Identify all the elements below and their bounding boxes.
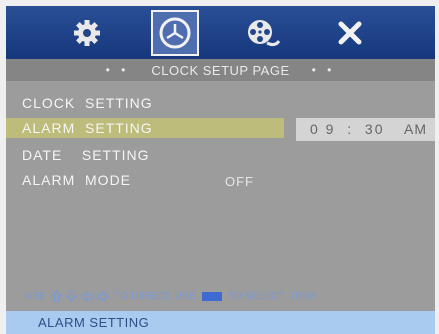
film-reel-icon	[248, 20, 281, 47]
up-arrow-icon	[51, 290, 63, 302]
menu-item-label: CLOCK SETTING	[22, 95, 153, 111]
close-icon	[338, 21, 362, 45]
top-icon-bar	[6, 6, 435, 59]
help-direct-text: TO DIRECT, USE	[114, 290, 196, 302]
status-bar: ALARM SETTING	[6, 311, 435, 334]
status-text: ALARM SETTING	[38, 315, 150, 330]
tab-exit-setup[interactable]	[326, 10, 374, 56]
setup-panel: CLOCK SETTING ALARM SETTING 0 9 : 30 AM …	[6, 81, 435, 311]
alarm-time-value: 0 9 : 30	[310, 121, 385, 137]
down-arrow-icon	[66, 290, 78, 302]
menu-item-label: ALARM SETTING	[22, 120, 153, 136]
right-arrow-icon	[97, 290, 110, 302]
help-select-text: TO SELECT ITEM	[227, 290, 316, 302]
tab-clock-setup[interactable]	[151, 10, 199, 56]
page-title-bar: • • CLOCK SETUP PAGE • •	[6, 59, 435, 81]
alarm-ampm-value: AM	[404, 121, 427, 137]
title-right-dots: • •	[311, 63, 336, 77]
menu-item-label: ALARM MODE	[22, 172, 132, 188]
alarm-time-field[interactable]: 0 9 : 30 AM	[296, 118, 435, 141]
help-prefix: USE	[25, 290, 47, 302]
enter-key-icon	[201, 291, 222, 301]
clock-icon	[159, 17, 191, 49]
tab-video-setup[interactable]	[239, 10, 287, 56]
menu-item-clock-setting[interactable]: CLOCK SETTING	[6, 93, 153, 113]
menu-item-label: DATE SETTING	[22, 147, 150, 163]
navigation-help: USE TO DIRECT, USE TO SELECT ITEM	[22, 288, 318, 304]
menu-item-date-setting[interactable]: DATE SETTING	[6, 145, 150, 165]
menu-item-alarm-setting[interactable]: ALARM SETTING	[6, 118, 284, 138]
page-title: CLOCK SETUP PAGE	[151, 62, 290, 78]
alarm-mode-value[interactable]: OFF	[225, 172, 254, 192]
tab-general-setup[interactable]	[63, 10, 111, 56]
menu-item-alarm-mode[interactable]: ALARM MODE	[6, 170, 131, 190]
left-arrow-icon	[81, 290, 93, 302]
gear-icon	[74, 20, 100, 46]
title-left-dots: • •	[105, 63, 130, 77]
